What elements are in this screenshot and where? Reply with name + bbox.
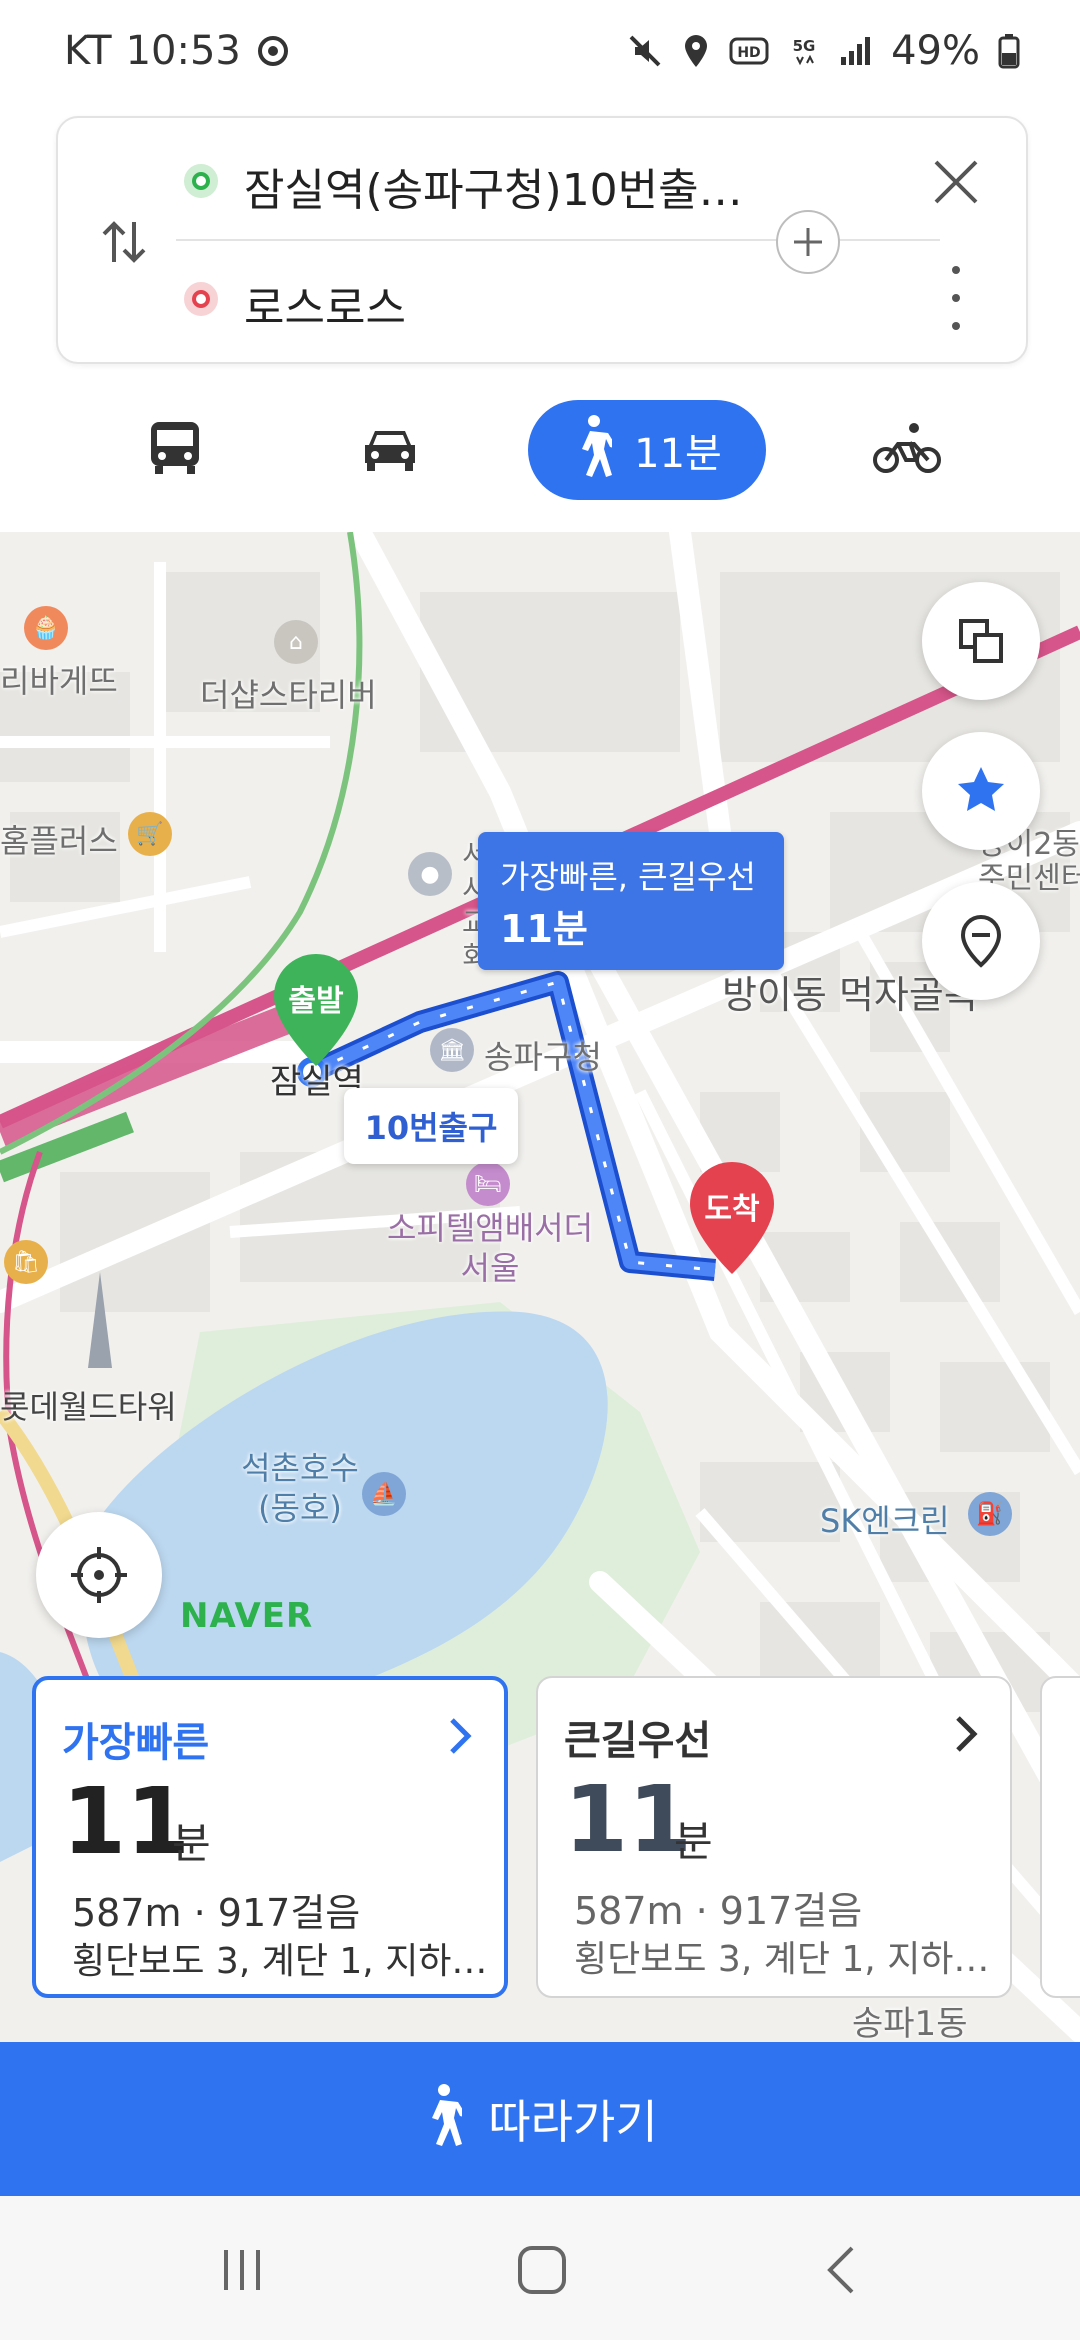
- route-card-distance: 587m · 917걸음: [574, 1889, 863, 1933]
- boat-poi-icon[interactable]: ⛵: [362, 1472, 406, 1516]
- system-nav-bar: [0, 2196, 1080, 2340]
- bus-icon: [147, 418, 203, 482]
- map-label[interactable]: 리바게뜨: [0, 656, 118, 702]
- follow-button[interactable]: 따라가기: [0, 2042, 1080, 2196]
- start-pin-label: 출발: [288, 984, 344, 1019]
- carrier-label: KT: [64, 28, 112, 74]
- close-icon[interactable]: [928, 154, 984, 210]
- swap-icon[interactable]: [94, 212, 154, 272]
- tower-icon: [82, 1272, 118, 1376]
- destination-dot-icon: [184, 282, 218, 316]
- route-card-minutes: 11: [62, 1768, 191, 1875]
- tab-walk[interactable]: 11분: [528, 400, 766, 500]
- route-callout-title: 가장빠른, 큰길우선: [500, 858, 756, 896]
- map-label[interactable]: 소피텔앰배서더 서울: [370, 1208, 610, 1288]
- svg-text:5G: 5G: [793, 37, 816, 55]
- layers-button[interactable]: [922, 582, 1040, 700]
- battery-icon: [998, 33, 1020, 69]
- back-icon[interactable]: [812, 2242, 872, 2298]
- signal-icon: [839, 35, 873, 67]
- end-pin[interactable]: 도착: [686, 1158, 778, 1278]
- exit-label[interactable]: 10번출구: [344, 1088, 518, 1164]
- recent-apps-icon[interactable]: [212, 2242, 272, 2298]
- start-pin[interactable]: 출발: [270, 950, 362, 1070]
- add-waypoint-button[interactable]: [776, 210, 840, 274]
- follow-button-label: 따라가기: [488, 2095, 658, 2149]
- route-card-main-road[interactable]: 큰길우선 11 분 587m · 917걸음 횡단보도 3, 계단 1, 지하…: [536, 1676, 1012, 1998]
- origin-dot-icon: [184, 164, 218, 198]
- map-label[interactable]: SK엔크린: [820, 1496, 950, 1542]
- gas-station-poi-icon[interactable]: ⛽: [968, 1492, 1012, 1536]
- map-label[interactable]: 더샵스타리버: [200, 670, 377, 716]
- map-label[interactable]: 방이동 먹자골목: [722, 972, 979, 1018]
- shopping-poi-icon[interactable]: 🛍: [4, 1240, 48, 1284]
- route-card-unit: 분: [172, 1819, 211, 1868]
- map-label[interactable]: 송파구청: [484, 1032, 602, 1078]
- building-poi-icon[interactable]: ●: [408, 852, 452, 896]
- walk-time: 11분: [634, 431, 722, 477]
- star-icon: [958, 767, 1004, 811]
- origin-field[interactable]: 잠실역(송파구청)10번출…: [244, 154, 743, 218]
- route-card-unit: 분: [674, 1817, 713, 1866]
- mute-icon: [627, 33, 663, 69]
- hotel-poi-icon[interactable]: 🛏: [466, 1162, 510, 1206]
- transport-mode-tabs: 11분: [0, 380, 1080, 520]
- place-marker-button[interactable]: [922, 882, 1040, 1000]
- sync-icon: [255, 33, 291, 69]
- home-icon[interactable]: [512, 2242, 572, 2298]
- route-card-name: 가장빠른: [62, 1720, 210, 1766]
- apartment-poi-icon[interactable]: ⌂: [274, 620, 318, 664]
- government-poi-icon[interactable]: 🏛: [430, 1028, 474, 1072]
- route-card-partial[interactable]: [1040, 1676, 1080, 1998]
- map-label[interactable]: 롯데월드타워: [0, 1382, 177, 1428]
- destination-field[interactable]: 로스로스: [244, 272, 406, 336]
- crosshair-icon: [71, 1547, 127, 1603]
- clock: 10:53: [125, 28, 241, 74]
- route-callout[interactable]: 가장빠른, 큰길우선 11분: [478, 832, 784, 970]
- walk-icon: [422, 2082, 469, 2157]
- end-pin-label: 도착: [704, 1192, 760, 1227]
- route-card-detail: 횡단보도 3, 계단 1, 지하…: [574, 1939, 990, 1980]
- shopping-poi-icon[interactable]: 🛒: [128, 812, 172, 856]
- favorites-button[interactable]: [922, 732, 1040, 850]
- my-location-button[interactable]: [36, 1512, 162, 1638]
- status-bar: KT 10:53 HD 5G 49%: [0, 0, 1080, 110]
- hd-icon: HD: [729, 35, 769, 67]
- tab-transit[interactable]: [130, 400, 220, 500]
- tab-bike[interactable]: [862, 400, 952, 500]
- pin-outline-icon: [960, 914, 1002, 968]
- location-icon: [681, 33, 711, 69]
- map-label[interactable]: 석촌호수 (동호): [220, 1448, 380, 1528]
- map-label[interactable]: 홈플러스: [0, 816, 118, 862]
- battery-percent: 49%: [891, 28, 980, 74]
- chevron-right-icon: [948, 1712, 984, 1756]
- chevron-right-icon: [442, 1714, 478, 1758]
- layers-icon: [959, 619, 1003, 663]
- car-icon: [359, 423, 421, 477]
- route-card-name: 큰길우선: [564, 1718, 712, 1764]
- route-callout-time: 11분: [500, 907, 588, 951]
- tab-car[interactable]: [345, 400, 435, 500]
- route-card-minutes: 11: [564, 1766, 693, 1873]
- walk-icon: [572, 413, 619, 487]
- 5g-icon: 5G: [787, 33, 821, 69]
- route-card-fastest[interactable]: 가장빠른 11 분 587m · 917걸음 횡단보도 3, 계단 1, 지하…: [32, 1676, 508, 1998]
- svg-text:HD: HD: [737, 45, 760, 61]
- naver-logo: NAVER: [180, 1596, 314, 1636]
- route-search-panel: 잠실역(송파구청)10번출… 로스로스: [56, 116, 1028, 364]
- bakery-poi-icon[interactable]: 🧁: [24, 606, 68, 650]
- route-card-detail: 횡단보도 3, 계단 1, 지하…: [72, 1941, 488, 1982]
- more-options-icon[interactable]: [940, 258, 972, 338]
- bike-icon: [872, 420, 942, 480]
- map-label[interactable]: 송파1동: [852, 1996, 967, 2042]
- route-card-distance: 587m · 917걸음: [72, 1891, 361, 1935]
